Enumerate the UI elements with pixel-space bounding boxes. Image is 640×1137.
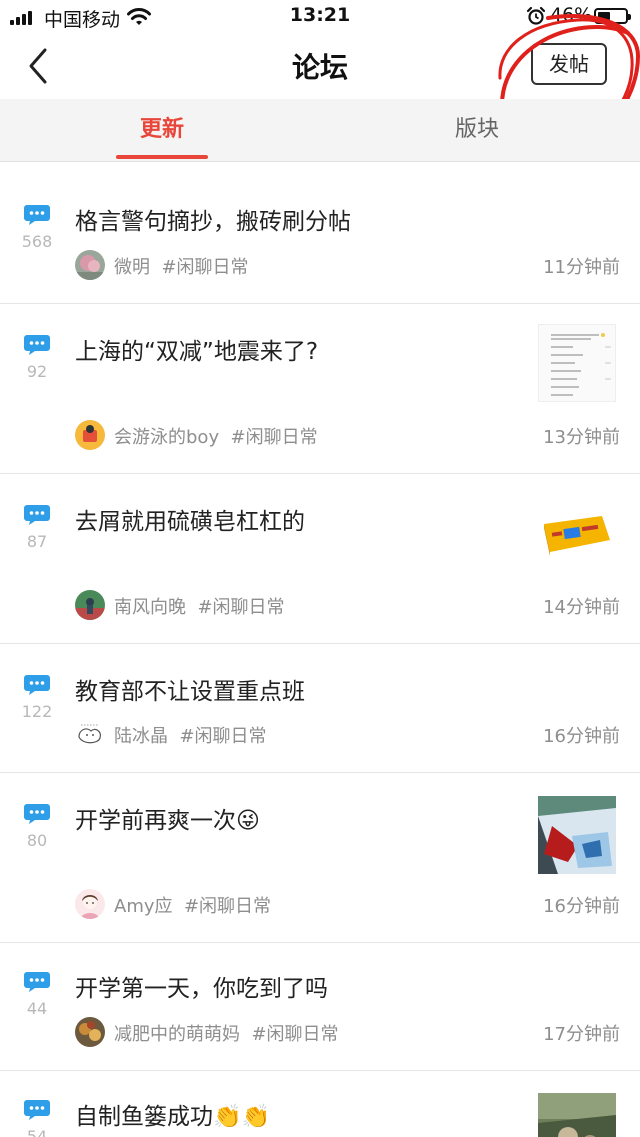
topic-tag[interactable]: #闲聊日常: [231, 427, 318, 448]
back-chevron-icon[interactable]: [20, 46, 60, 86]
topic-tag[interactable]: #闲聊日常: [197, 597, 284, 618]
post-meta: 微明 #闲聊日常 11分钟前: [75, 250, 620, 282]
comment-count: 87: [26, 532, 48, 551]
post-title: 教育部不让设置重点班: [75, 679, 305, 705]
post-title: 上海的“双减”地震来了?: [75, 339, 319, 365]
post-title: 开学第一天，你吃到了吗: [75, 976, 328, 1002]
comment-count: 568: [21, 232, 53, 251]
soap-box-thumbnail[interactable]: [538, 494, 616, 572]
post-item[interactable]: 568 格言警句摘抄，搬砖刷分帖 微明 #闲聊日常 11分钟前: [0, 162, 640, 304]
battery-level-fill: [598, 12, 610, 20]
post-item[interactable]: 54 自制鱼篓成功👏👏: [0, 1071, 640, 1137]
topic-tag[interactable]: #闲聊日常: [251, 1024, 338, 1045]
avatar[interactable]: [75, 1017, 105, 1047]
post-time: 11分钟前: [543, 257, 620, 278]
comment-count: 92: [26, 362, 48, 381]
post-list: 568 格言警句摘抄，搬砖刷分帖 微明 #闲聊日常 11分钟前 92 上海的“双…: [0, 162, 640, 1137]
comment-count: 80: [26, 831, 48, 850]
author-name[interactable]: 会游泳的boy: [114, 427, 219, 448]
author-and-tag: 陆冰晶 #闲聊日常: [114, 722, 267, 748]
post-time: 16分钟前: [543, 896, 620, 917]
post-item[interactable]: 44 开学第一天，你吃到了吗 减肥中的萌萌妈 #闲聊日常 17分钟前: [0, 943, 640, 1071]
tab-bar: 更新 版块: [0, 99, 640, 162]
comment-bubble-icon: [24, 1100, 50, 1120]
post-title: 去屑就用硫磺皂杠杠的: [75, 509, 305, 535]
tab-boards[interactable]: 版块: [377, 99, 577, 161]
author-name[interactable]: 微明: [114, 257, 150, 278]
post-item[interactable]: 122 教育部不让设置重点班 陆冰晶 #闲聊日常 16分钟前: [0, 644, 640, 773]
post-meta: Amy应 #闲聊日常 16分钟前: [75, 889, 620, 921]
post-time: 13分钟前: [543, 427, 620, 448]
post-title: 格言警句摘抄，搬砖刷分帖: [75, 209, 351, 235]
navigation-bar: 论坛 发帖: [0, 34, 640, 98]
avatar[interactable]: [75, 590, 105, 620]
comment-bubble-icon: [24, 675, 50, 695]
author-name[interactable]: 减肥中的萌萌妈: [114, 1024, 240, 1045]
avatar[interactable]: [75, 719, 105, 749]
author-name[interactable]: 陆冰晶: [114, 726, 168, 747]
comment-bubble-icon: [24, 205, 50, 225]
topic-tag[interactable]: #闲聊日常: [161, 257, 248, 278]
photo-thumbnail[interactable]: [538, 1093, 616, 1137]
post-item[interactable]: 87 去屑就用硫磺皂杠杠的 南风向晚 #闲聊日常 14分钟前: [0, 474, 640, 644]
post-time: 16分钟前: [543, 726, 620, 747]
author-and-tag: 微明 #闲聊日常: [114, 253, 249, 279]
active-tab-indicator: [116, 155, 208, 159]
avatar[interactable]: [75, 250, 105, 280]
avatar[interactable]: [75, 420, 105, 450]
post-time: 14分钟前: [543, 597, 620, 618]
post-item[interactable]: 80 开学前再爽一次😜 Amy应 #闲聊日常 16分钟前: [0, 773, 640, 943]
post-item[interactable]: 92 上海的“双减”地震来了? 会游泳的boy #闲聊日常 13分钟前: [0, 304, 640, 474]
comment-count: 122: [21, 702, 53, 721]
author-and-tag: 减肥中的萌萌妈 #闲聊日常: [114, 1020, 339, 1046]
comment-count: 44: [26, 999, 48, 1018]
post-time: 17分钟前: [543, 1024, 620, 1045]
post-meta: 减肥中的萌萌妈 #闲聊日常 17分钟前: [75, 1017, 620, 1049]
topic-tag[interactable]: #闲聊日常: [184, 896, 271, 917]
author-and-tag: 南风向晚 #闲聊日常: [114, 593, 285, 619]
post-meta: 南风向晚 #闲聊日常 14分钟前: [75, 590, 620, 622]
post-title: 自制鱼篓成功👏👏: [75, 1104, 271, 1130]
text-document-thumbnail[interactable]: [538, 324, 616, 402]
tab-updates[interactable]: 更新: [62, 99, 262, 161]
photo-thumbnail[interactable]: [538, 796, 616, 874]
battery-icon: [594, 8, 631, 24]
alarm-clock-icon: [526, 6, 546, 25]
post-meta: 陆冰晶 #闲聊日常 16分钟前: [75, 719, 620, 751]
comment-bubble-icon: [24, 505, 50, 525]
comment-bubble-icon: [24, 972, 50, 992]
comment-bubble-icon: [24, 804, 50, 824]
status-bar: 中国移动 13:21 46%: [0, 0, 640, 34]
topic-tag[interactable]: #闲聊日常: [179, 726, 266, 747]
comment-count: 54: [26, 1127, 48, 1137]
comment-bubble-icon: [24, 335, 50, 355]
post-title: 开学前再爽一次😜: [75, 808, 260, 834]
battery-percent: 46%: [550, 4, 593, 26]
author-and-tag: 会游泳的boy #闲聊日常: [114, 423, 318, 449]
author-and-tag: Amy应 #闲聊日常: [114, 892, 271, 918]
author-name[interactable]: Amy应: [114, 896, 173, 917]
post-meta: 会游泳的boy #闲聊日常 13分钟前: [75, 420, 620, 452]
avatar[interactable]: [75, 889, 105, 919]
author-name[interactable]: 南风向晚: [114, 597, 186, 618]
new-post-button[interactable]: 发帖: [531, 43, 607, 85]
